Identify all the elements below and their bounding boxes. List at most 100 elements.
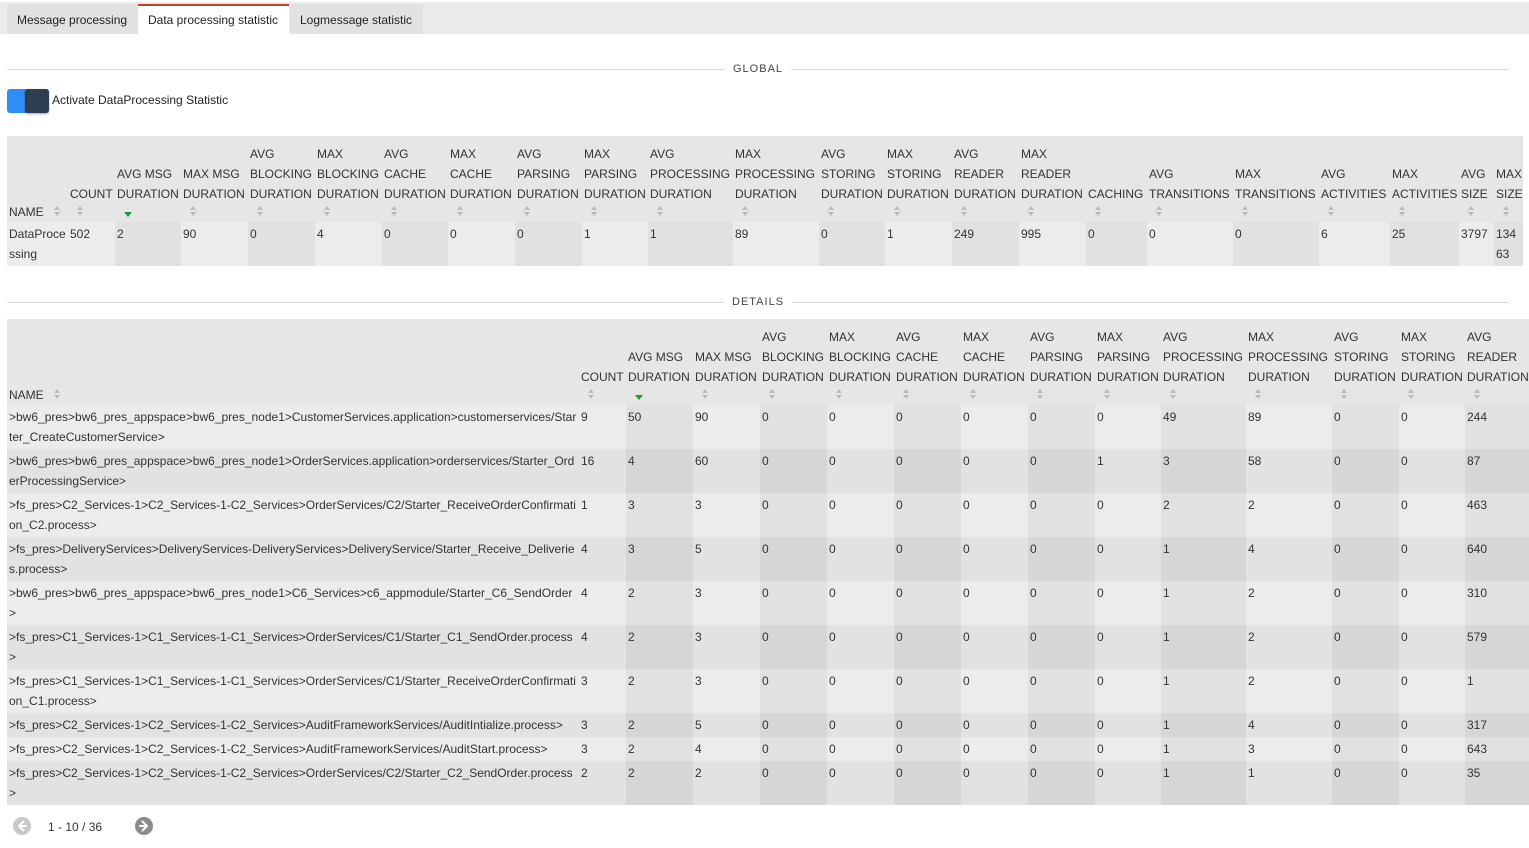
column-header-avg-cache-duration[interactable]: AVG CACHE DURATION (382, 136, 448, 222)
sort-icon[interactable] (1467, 387, 1529, 405)
column-header-avg-parsing-duration[interactable]: AVG PARSING DURATION (1028, 319, 1095, 405)
column-header-avg-parsing-duration[interactable]: AVG PARSING DURATION (515, 136, 582, 222)
column-header-max-cache-duration[interactable]: MAX CACHE DURATION (961, 319, 1028, 405)
sort-icon[interactable] (584, 204, 646, 222)
column-header-avg-activities[interactable]: AVG ACTIVITIES (1319, 136, 1390, 222)
sort-icon[interactable] (1163, 387, 1244, 405)
column-header-max-cache-duration[interactable]: MAX CACHE DURATION (448, 136, 515, 222)
table-row[interactable]: >fs_pres>C2_Services-1>C2_Services-1-C2_… (7, 493, 1529, 537)
column-header-max-size[interactable]: MAX SIZE (1494, 136, 1523, 222)
column-header-max-msg-duration[interactable]: MAX MSG DURATION (181, 136, 248, 222)
sort-icon[interactable] (821, 204, 883, 222)
column-header-max-storing-duration[interactable]: MAX STORING DURATION (1399, 319, 1465, 405)
previous-page-button[interactable] (12, 816, 32, 836)
sort-icon[interactable] (1461, 204, 1492, 222)
column-header-avg-transitions[interactable]: AVG TRANSITIONS (1147, 136, 1233, 222)
column-header-avg-reader-duration[interactable]: AVG READER DURATION (952, 136, 1019, 222)
column-header-name[interactable]: NAME (7, 319, 579, 405)
column-header-max-msg-duration[interactable]: MAX MSG DURATION (693, 319, 760, 405)
cell-avg-blocking-duration: 0 (760, 737, 827, 761)
sort-icon[interactable] (70, 204, 113, 222)
column-header-avg-size[interactable]: AVG SIZE (1459, 136, 1494, 222)
sort-icon[interactable] (650, 204, 731, 222)
tab-logmessage-statistic[interactable]: Logmessage statistic (290, 4, 423, 34)
table-row[interactable]: >bw6_pres>bw6_pres_appspace>bw6_pres_nod… (7, 405, 1529, 449)
column-header-avg-storing-duration[interactable]: AVG STORING DURATION (819, 136, 885, 222)
sort-icon[interactable] (384, 204, 446, 222)
sort-icon[interactable] (1248, 387, 1330, 405)
column-header-caching[interactable]: CACHING (1086, 136, 1147, 222)
column-header-avg-msg-duration[interactable]: AVG MSG DURATION (115, 136, 181, 222)
sort-icon[interactable] (1496, 204, 1521, 222)
column-header-name[interactable]: NAME (7, 136, 68, 222)
sort-icon[interactable] (1392, 204, 1457, 222)
toggle-knob[interactable] (25, 89, 49, 113)
table-row[interactable]: >fs_pres>DeliveryServices>DeliveryServic… (7, 537, 1529, 581)
column-header-max-reader-duration[interactable]: MAX READER DURATION (1019, 136, 1086, 222)
table-row[interactable]: >fs_pres>C1_Services-1>C1_Services-1-C1_… (7, 625, 1529, 669)
table-row[interactable]: >fs_pres>C2_Services-1>C2_Services-1-C2_… (7, 713, 1529, 737)
cell-avg-parsing-duration: 0 (1028, 625, 1095, 669)
column-header-avg-cache-duration[interactable]: AVG CACHE DURATION (894, 319, 961, 405)
activate-statistic-toggle[interactable] (7, 89, 49, 113)
table-row[interactable]: DataProcessing 502 2 90 0 4 0 0 0 1 1 89 0 1 249 995 0 0 0… (7, 222, 1523, 266)
sort-descending-icon[interactable] (628, 387, 691, 405)
table-row[interactable]: >bw6_pres>bw6_pres_appspace>bw6_pres_nod… (7, 581, 1529, 625)
column-header-avg-blocking-duration[interactable]: AVG BLOCKING DURATION (760, 319, 827, 405)
sort-descending-icon[interactable] (117, 204, 179, 222)
sort-icon[interactable] (1030, 387, 1093, 405)
sort-icon[interactable] (896, 387, 959, 405)
sort-icon[interactable] (183, 204, 246, 222)
sort-icon[interactable] (1235, 204, 1317, 222)
cell-count: 2 (579, 761, 626, 805)
sort-icon[interactable] (250, 204, 313, 222)
column-header-max-blocking-duration[interactable]: MAX BLOCKING DURATION (315, 136, 382, 222)
sort-icon[interactable] (1149, 204, 1231, 222)
column-header-avg-blocking-duration[interactable]: AVG BLOCKING DURATION (248, 136, 315, 222)
sort-icon[interactable] (47, 204, 61, 222)
column-header-avg-processing-duration[interactable]: AVG PROCESSING DURATION (1161, 319, 1246, 405)
sort-icon[interactable] (695, 387, 758, 405)
cell-max-parsing-duration: 1 (1095, 449, 1161, 493)
column-header-count[interactable]: COUNT (68, 136, 115, 222)
column-header-max-storing-duration[interactable]: MAX STORING DURATION (885, 136, 952, 222)
column-header-avg-storing-duration[interactable]: AVG STORING DURATION (1332, 319, 1399, 405)
table-row[interactable]: >fs_pres>C1_Services-1>C1_Services-1-C1_… (7, 669, 1529, 713)
sort-icon[interactable] (450, 204, 513, 222)
sort-icon[interactable] (317, 204, 380, 222)
column-header-max-parsing-duration[interactable]: MAX PARSING DURATION (1095, 319, 1161, 405)
column-header-max-transitions[interactable]: MAX TRANSITIONS (1233, 136, 1319, 222)
tab-message-processing[interactable]: Message processing (7, 4, 138, 34)
column-header-count[interactable]: COUNT (579, 319, 626, 405)
sort-icon[interactable] (954, 204, 1017, 222)
table-row[interactable]: >fs_pres>C2_Services-1>C2_Services-1-C2_… (7, 761, 1529, 805)
sort-icon[interactable] (963, 387, 1026, 405)
column-header-max-parsing-duration[interactable]: MAX PARSING DURATION (582, 136, 648, 222)
column-header-avg-msg-duration[interactable]: AVG MSG DURATION (626, 319, 693, 405)
sort-icon[interactable] (829, 387, 892, 405)
table-row[interactable]: >fs_pres>C2_Services-1>C2_Services-1-C2_… (7, 737, 1529, 761)
column-header-avg-reader-duration[interactable]: AVG READER DURATION (1465, 319, 1529, 405)
sort-icon[interactable] (1401, 387, 1463, 405)
column-header-max-processing-duration[interactable]: MAX PROCESSING DURATION (733, 136, 819, 222)
sort-icon[interactable] (1097, 387, 1159, 405)
column-header-avg-processing-duration[interactable]: AVG PROCESSING DURATION (648, 136, 733, 222)
sort-icon[interactable] (517, 204, 580, 222)
column-header-max-activities[interactable]: MAX ACTIVITIES (1390, 136, 1459, 222)
sort-icon[interactable] (735, 204, 817, 222)
sort-icon[interactable] (581, 387, 624, 405)
table-row[interactable]: >bw6_pres>bw6_pres_appspace>bw6_pres_nod… (7, 449, 1529, 493)
sort-icon[interactable] (47, 387, 61, 405)
next-page-button[interactable] (134, 816, 154, 836)
cell-avg-reader-duration: 310 (1465, 581, 1529, 625)
sort-icon[interactable] (762, 387, 825, 405)
cell-avg-parsing-duration: 0 (1028, 761, 1095, 805)
tab-data-processing-statistic[interactable]: Data processing statistic (138, 4, 289, 34)
column-header-max-blocking-duration[interactable]: MAX BLOCKING DURATION (827, 319, 894, 405)
sort-icon[interactable] (1334, 387, 1397, 405)
column-header-max-processing-duration[interactable]: MAX PROCESSING DURATION (1246, 319, 1332, 405)
sort-icon[interactable] (1021, 204, 1084, 222)
sort-icon[interactable] (1321, 204, 1388, 222)
sort-icon[interactable] (887, 204, 950, 222)
sort-icon[interactable] (1088, 204, 1145, 222)
